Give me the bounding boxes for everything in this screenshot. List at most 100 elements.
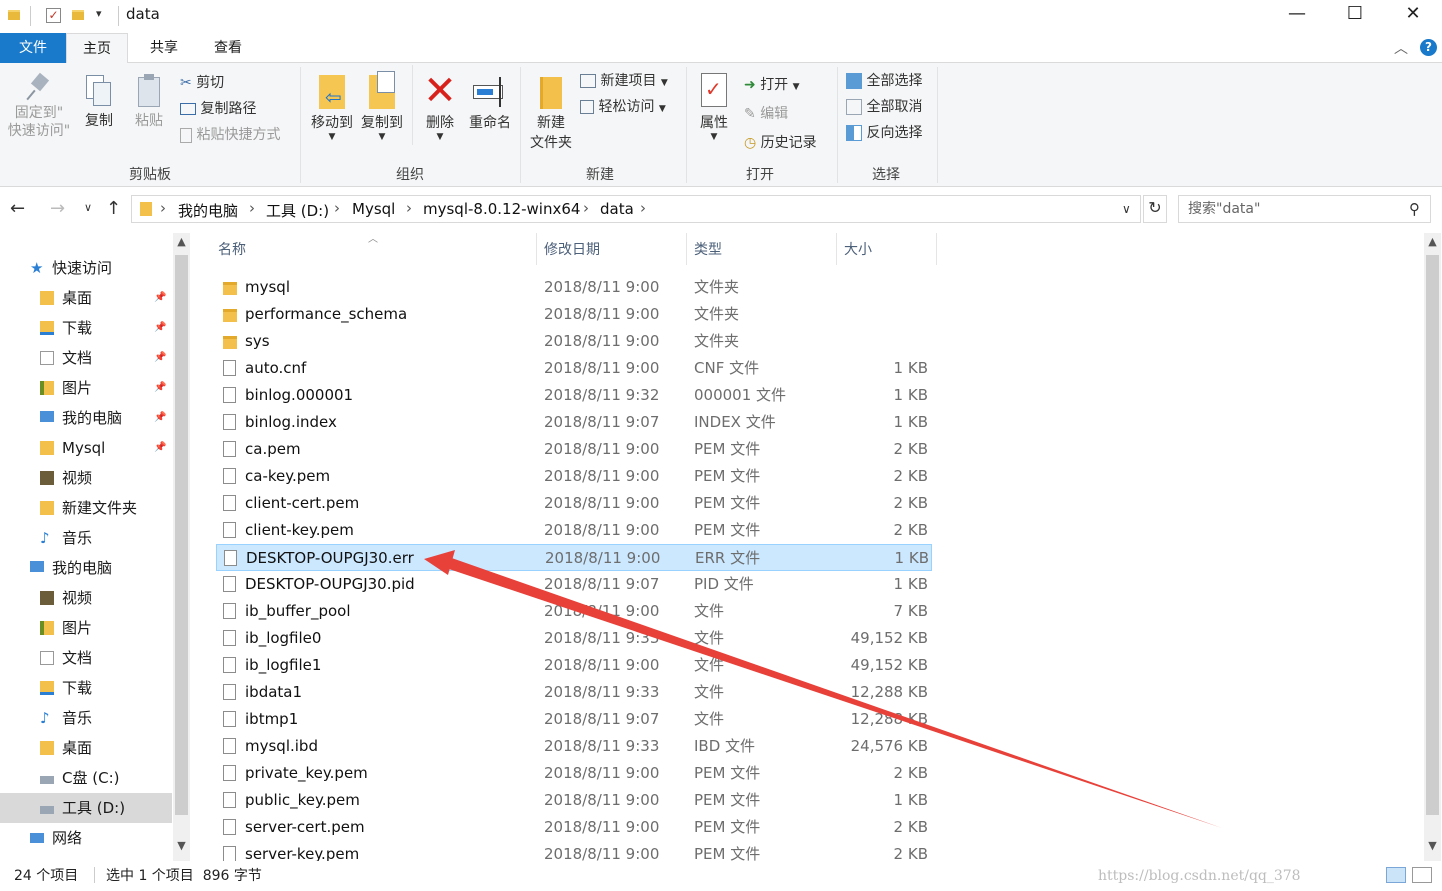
rename-button[interactable]: 重命名 xyxy=(464,71,516,133)
copy-button[interactable]: 复制 xyxy=(80,73,118,131)
nav-item[interactable]: 工具 (D:) xyxy=(0,793,172,823)
file-row[interactable]: server-key.pem 2018/8/11 9:00 PEM 文件 2 KB xyxy=(216,841,932,861)
new-folder-button[interactable]: 新建 文件夹 xyxy=(524,71,578,153)
paste-shortcut-button[interactable]: 粘贴快捷方式 xyxy=(180,125,280,145)
breadcrumb-item[interactable]: mysql-8.0.12-winx64 xyxy=(423,200,580,218)
nav-item[interactable]: 新建文件夹 xyxy=(0,493,172,523)
breadcrumb-item[interactable]: 工具 (D:) xyxy=(266,200,329,221)
address-box[interactable]: › 我的电脑 › 工具 (D:) › Mysql › mysql-8.0.12-… xyxy=(131,195,1141,223)
chevron-right-icon[interactable]: › xyxy=(583,199,589,217)
file-row[interactable]: public_key.pem 2018/8/11 9:00 PEM 文件 1 KB xyxy=(216,787,932,814)
file-row[interactable]: client-key.pem 2018/8/11 9:00 PEM 文件 2 KB xyxy=(216,517,932,544)
maximize-button[interactable]: ☐ xyxy=(1326,0,1384,30)
breadcrumb-item[interactable]: 我的电脑 xyxy=(178,200,238,221)
file-row[interactable]: server-cert.pem 2018/8/11 9:00 PEM 文件 2 KB xyxy=(216,814,932,841)
file-row[interactable]: DESKTOP-OUPGJ30.pid 2018/8/11 9:07 PID 文件 1… xyxy=(216,571,932,598)
large-icons-view-button[interactable] xyxy=(1412,867,1432,883)
up-button[interactable]: ↑ xyxy=(106,198,121,219)
tab-home[interactable]: 主页 xyxy=(66,33,128,64)
file-row[interactable]: ca-key.pem 2018/8/11 9:00 PEM 文件 2 KB xyxy=(216,463,932,490)
pin-icon[interactable]: 📌 xyxy=(154,343,166,373)
column-divider[interactable] xyxy=(936,233,937,265)
file-row[interactable]: binlog.index 2018/8/11 9:07 INDEX 文件 1 KB xyxy=(216,409,932,436)
nav-item[interactable]: 图片 xyxy=(0,613,172,643)
open-button[interactable]: ➜ 打开 ▼ xyxy=(744,75,800,97)
nav-item[interactable]: 网络 xyxy=(0,823,172,853)
file-row[interactable]: ib_buffer_pool 2018/8/11 9:00 文件 7 KB xyxy=(216,598,932,625)
file-row[interactable]: ib_logfile1 2018/8/11 9:00 文件 49,152 KB xyxy=(216,652,932,679)
column-divider[interactable] xyxy=(686,233,687,265)
move-to-button[interactable]: ⇦ 移动到 ▼ xyxy=(306,71,358,142)
file-row[interactable]: binlog.000001 2018/8/11 9:32 000001 文件 1 KB xyxy=(216,382,932,409)
nav-item[interactable]: 视频 xyxy=(0,583,172,613)
forward-button[interactable]: → xyxy=(50,198,65,219)
nav-item[interactable]: ★ 快速访问 xyxy=(0,253,172,283)
close-button[interactable]: ✕ xyxy=(1384,0,1442,30)
customize-toolbar-icon[interactable]: ▾ xyxy=(96,7,102,20)
collapse-ribbon-icon[interactable]: ︿ xyxy=(1394,38,1408,58)
file-list-scrollbar-thumb[interactable] xyxy=(1426,255,1439,815)
chevron-right-icon[interactable]: › xyxy=(640,199,646,217)
scroll-down-icon[interactable]: ▼ xyxy=(173,839,190,852)
address-dropdown-icon[interactable]: ∨ xyxy=(1122,202,1131,216)
file-row[interactable]: sys 2018/8/11 9:00 文件夹 xyxy=(216,328,932,355)
file-row[interactable]: ibtmp1 2018/8/11 9:07 文件 12,288 KB xyxy=(216,706,932,733)
pin-to-quick-access-button[interactable]: 固定到" 快速访问" xyxy=(4,72,74,141)
nav-item[interactable]: 我的电脑 xyxy=(0,553,172,583)
new-folder-quick-icon[interactable] xyxy=(72,10,84,20)
nav-item[interactable]: Mysql 📌 xyxy=(0,433,172,463)
file-row[interactable]: ib_logfile0 2018/8/11 9:33 文件 49,152 KB xyxy=(216,625,932,652)
scroll-down-icon[interactable]: ▼ xyxy=(1424,839,1441,852)
nav-item[interactable]: 下载 📌 xyxy=(0,313,172,343)
pin-icon[interactable]: 📌 xyxy=(154,433,166,463)
nav-scrollbar-thumb[interactable] xyxy=(175,255,188,815)
copy-to-button[interactable]: 复制到 ▼ xyxy=(356,71,408,142)
file-list-scrollbar[interactable]: ▲ ▼ xyxy=(1424,233,1441,861)
nav-item[interactable]: ♪ 音乐 xyxy=(0,703,172,733)
paste-button[interactable]: 粘贴 xyxy=(130,73,168,131)
properties-quick-icon[interactable]: ✓ xyxy=(46,8,61,23)
copy-path-button[interactable]: 复制路径 xyxy=(180,99,256,119)
select-all-button[interactable]: 全部选择 xyxy=(846,71,922,91)
nav-item[interactable]: 视频 xyxy=(0,463,172,493)
breadcrumb-item[interactable]: data xyxy=(600,200,634,218)
chevron-right-icon[interactable]: › xyxy=(249,199,255,217)
cut-button[interactable]: ✂ 剪切 xyxy=(180,73,224,93)
file-row[interactable]: private_key.pem 2018/8/11 9:00 PEM 文件 2 KB xyxy=(216,760,932,787)
scroll-up-icon[interactable]: ▲ xyxy=(1424,235,1441,248)
easy-access-button[interactable]: 轻松访问 ▼ xyxy=(580,97,666,119)
back-button[interactable]: ← xyxy=(10,198,25,219)
chevron-right-icon[interactable]: › xyxy=(160,199,166,217)
chevron-right-icon[interactable]: › xyxy=(406,199,412,217)
file-row[interactable]: ca.pem 2018/8/11 9:00 PEM 文件 2 KB xyxy=(216,436,932,463)
new-item-button[interactable]: 新建项目 ▼ xyxy=(580,71,668,93)
file-row[interactable]: performance_schema 2018/8/11 9:00 文件夹 xyxy=(216,301,932,328)
breadcrumb-item[interactable]: Mysql xyxy=(352,200,395,218)
history-button[interactable]: ◷ 历史记录 xyxy=(744,133,817,153)
nav-item[interactable]: C盘 (C:) xyxy=(0,763,172,793)
nav-item[interactable]: 文档 xyxy=(0,643,172,673)
column-divider[interactable] xyxy=(836,233,837,265)
tab-view[interactable]: 查看 xyxy=(198,33,258,63)
delete-button[interactable]: ✕ 删除 ▼ xyxy=(418,71,462,142)
nav-item[interactable]: 文档 📌 xyxy=(0,343,172,373)
tab-file[interactable]: 文件 xyxy=(0,33,66,63)
file-row[interactable]: mysql.ibd 2018/8/11 9:33 IBD 文件 24,576 KB xyxy=(216,733,932,760)
refresh-button[interactable]: ↻ xyxy=(1143,195,1167,223)
edit-button[interactable]: ✎ 编辑 xyxy=(744,104,788,124)
scroll-up-icon[interactable]: ▲ xyxy=(173,235,190,248)
tab-share[interactable]: 共享 xyxy=(134,33,194,63)
nav-item[interactable]: ♪ 音乐 xyxy=(0,523,172,553)
pin-icon[interactable]: 📌 xyxy=(154,283,166,313)
invert-selection-button[interactable]: 反向选择 xyxy=(846,123,922,143)
details-view-button[interactable] xyxy=(1386,867,1406,883)
nav-item[interactable]: 我的电脑 📌 xyxy=(0,403,172,433)
nav-item[interactable]: 下载 xyxy=(0,673,172,703)
file-row[interactable]: client-cert.pem 2018/8/11 9:00 PEM 文件 2 KB xyxy=(216,490,932,517)
chevron-right-icon[interactable]: › xyxy=(334,199,340,217)
recent-locations-button[interactable]: ∨ xyxy=(84,201,92,214)
column-divider[interactable] xyxy=(536,233,537,265)
nav-scrollbar[interactable]: ▲ ▼ xyxy=(173,233,190,861)
help-icon[interactable]: ? xyxy=(1420,39,1437,56)
search-input[interactable]: 搜索"data" ⚲ xyxy=(1178,195,1431,223)
